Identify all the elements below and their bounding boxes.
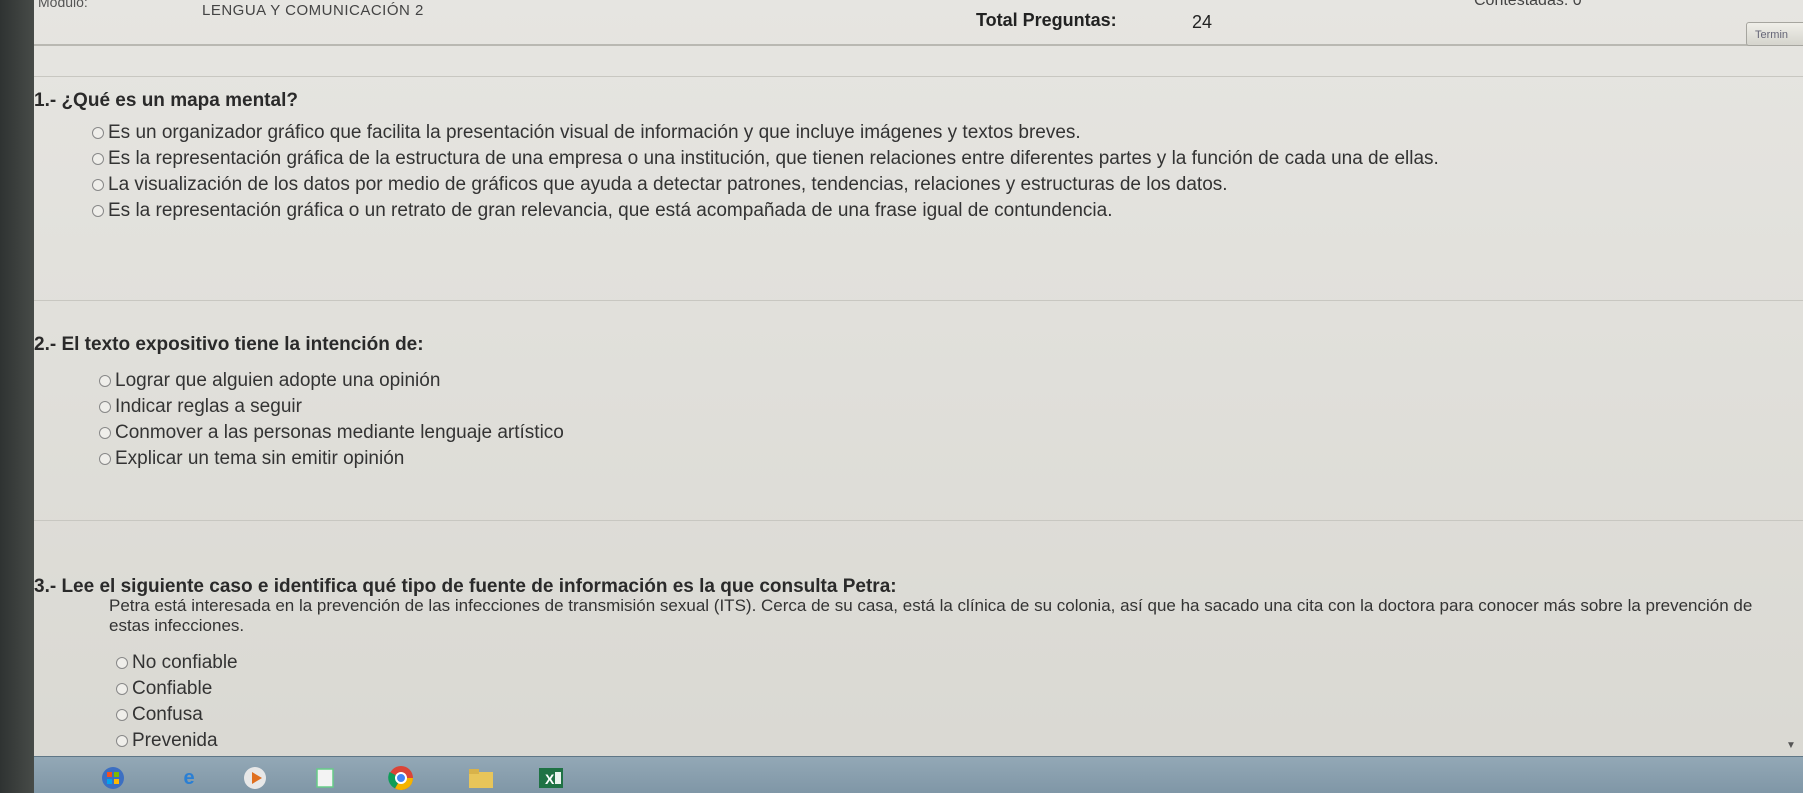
answer-option[interactable]: Indicar reglas a seguir	[99, 396, 302, 418]
finish-button[interactable]: Termin	[1746, 22, 1803, 46]
question-title: 1.- ¿Qué es un mapa mental?	[34, 90, 298, 111]
chrome-icon[interactable]	[386, 763, 416, 793]
total-questions-label: Total Preguntas:	[976, 10, 1117, 30]
radio-button[interactable]	[99, 375, 111, 387]
option-text: Confiable	[132, 678, 213, 699]
divider	[34, 76, 1803, 77]
svg-text:X: X	[545, 771, 555, 787]
answer-option[interactable]: Es un organizador gráfico que facilita l…	[92, 122, 1081, 144]
answer-option[interactable]: Conmover a las personas mediante lenguaj…	[99, 422, 564, 444]
answer-option[interactable]: Es la representación gráfica o un retrat…	[92, 200, 1113, 222]
answer-option[interactable]: Es la representación gráfica de la estru…	[92, 148, 1439, 170]
radio-button[interactable]	[116, 735, 128, 747]
answer-option[interactable]: No confiable	[116, 652, 238, 674]
radio-button[interactable]	[92, 205, 104, 217]
option-text: Es un organizador gráfico que facilita l…	[108, 122, 1081, 143]
radio-button[interactable]	[116, 657, 128, 669]
answer-option[interactable]: Prevenida	[116, 730, 218, 752]
option-text: La visualización de los datos por medio …	[108, 174, 1228, 195]
taskbar: e X	[34, 756, 1803, 793]
radio-button[interactable]	[92, 127, 104, 139]
radio-button[interactable]	[99, 453, 111, 465]
radio-button[interactable]	[99, 427, 111, 439]
option-text: Prevenida	[132, 730, 218, 751]
radio-button[interactable]	[92, 153, 104, 165]
windows-app-icon[interactable]	[98, 763, 128, 793]
answer-option[interactable]: Confusa	[116, 704, 203, 726]
answer-option[interactable]: Confiable	[116, 678, 212, 700]
file-icon[interactable]	[310, 763, 340, 793]
option-text: Es la representación gráfica de la estru…	[108, 148, 1439, 169]
option-text: No confiable	[132, 652, 238, 673]
exam-screen: Modulo: LENGUA Y COMUNICACIÓN 2 Total Pr…	[34, 0, 1803, 793]
radio-button[interactable]	[99, 401, 111, 413]
option-text: Conmover a las personas mediante lenguaj…	[115, 422, 564, 443]
internet-explorer-icon[interactable]: e	[174, 763, 204, 793]
folder-icon[interactable]	[466, 763, 496, 793]
answer-option[interactable]: Lograr que alguien adopte una opinión	[99, 370, 440, 392]
excel-icon[interactable]: X	[536, 763, 566, 793]
question-context: Petra está interesada en la prevención d…	[109, 596, 1753, 635]
answer-option[interactable]: La visualización de los datos por medio …	[92, 174, 1228, 196]
exam-header: Modulo: LENGUA Y COMUNICACIÓN 2 Total Pr…	[34, 0, 1803, 46]
question-title: 2.- El texto expositivo tiene la intenci…	[34, 334, 424, 355]
divider	[34, 520, 1803, 521]
radio-button[interactable]	[92, 179, 104, 191]
option-text: Es la representación gráfica o un retrat…	[108, 200, 1113, 221]
radio-button[interactable]	[116, 709, 128, 721]
question-title: 3.- Lee el siguiente caso e identifica q…	[34, 576, 897, 597]
option-text: Confusa	[132, 704, 203, 725]
option-text: Indicar reglas a seguir	[115, 396, 302, 417]
subject-name: LENGUA Y COMUNICACIÓN 2	[202, 2, 424, 19]
total-questions-value: 24	[1192, 12, 1213, 32]
answer-option[interactable]: Explicar un tema sin emitir opinión	[99, 448, 404, 470]
media-player-icon[interactable]	[240, 763, 270, 793]
divider	[34, 300, 1803, 301]
modulo-label: Modulo:	[38, 0, 88, 10]
option-text: Lograr que alguien adopte una opinión	[115, 370, 441, 391]
option-text: Explicar un tema sin emitir opinión	[115, 448, 405, 469]
monitor-bezel	[0, 0, 34, 793]
scroll-down-icon[interactable]: ▼	[1786, 740, 1796, 751]
answered-count: Contestadas: 0	[1474, 0, 1582, 9]
radio-button[interactable]	[116, 683, 128, 695]
